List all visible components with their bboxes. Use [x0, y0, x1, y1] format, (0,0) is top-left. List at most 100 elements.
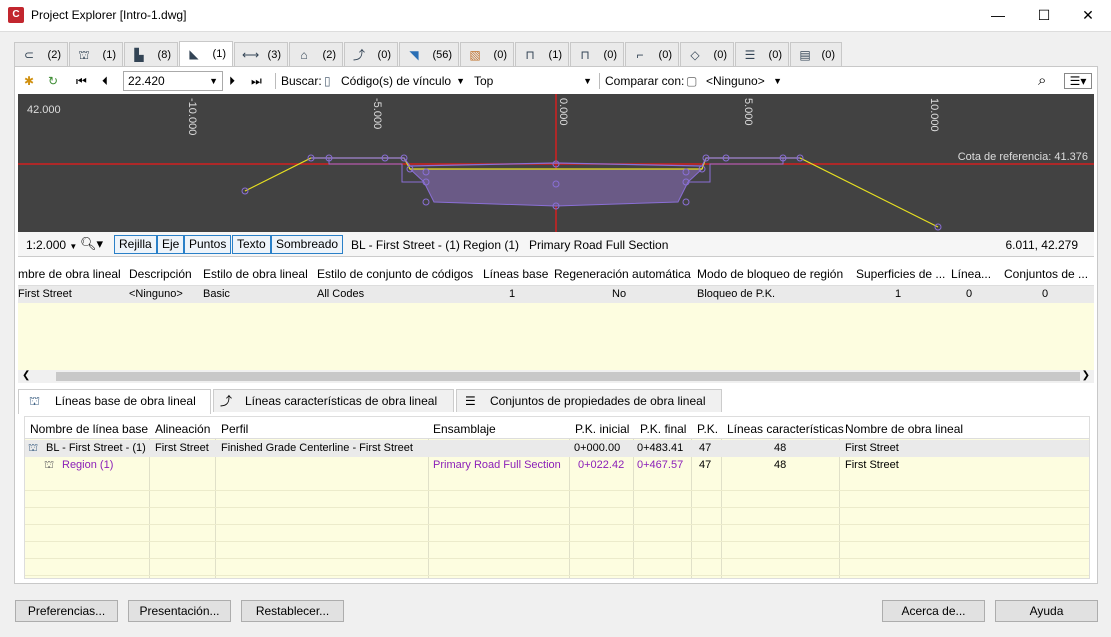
- column-header[interactable]: Superficies de ...: [856, 267, 945, 281]
- column-header[interactable]: Modo de bloqueo de región: [697, 267, 843, 281]
- tab-pressure-networks[interactable]: ⊓ (1): [515, 42, 569, 66]
- cell: 0+000.00: [574, 442, 621, 454]
- section-viewer[interactable]: 42.000 -10.000 -5.000 0.000 5.000 10.000…: [18, 94, 1094, 232]
- horizontal-scrollbar[interactable]: ❮ ❯: [18, 370, 1094, 383]
- row-divider: [25, 541, 1089, 542]
- reset-button[interactable]: Restablecer...: [241, 600, 344, 622]
- toggle-points[interactable]: Puntos: [184, 235, 232, 254]
- tab-profiles[interactable]: ⛫ (1): [69, 42, 123, 66]
- scroll-left-icon[interactable]: ❮: [22, 370, 30, 381]
- column-header[interactable]: Regeneración automática: [554, 267, 691, 281]
- tab-alignments[interactable]: ⊂ (2): [14, 42, 68, 66]
- tab-pipe-networks[interactable]: ◥ (56): [399, 42, 459, 66]
- chevron-down-icon: ▼: [69, 242, 78, 251]
- tab-sample-lines[interactable]: ⟷ (3): [234, 42, 288, 66]
- tab-section-sheets[interactable]: ▤ (0): [790, 42, 842, 66]
- column-header[interactable]: Línea...: [951, 267, 991, 281]
- column-header[interactable]: Ensamblaje: [433, 422, 496, 436]
- about-button[interactable]: Acerca de...: [882, 600, 985, 622]
- table-row[interactable]: First Street <Ninguno> Basic All Codes 1…: [18, 286, 1094, 303]
- separator: [275, 73, 276, 89]
- tab-property-sets[interactable]: ☰ Conjuntos de propiedades de obra lineal…: [456, 389, 722, 430]
- last-station-icon[interactable]: ⏭: [251, 72, 262, 90]
- column-header[interactable]: P.K. final: [640, 422, 686, 436]
- chevron-down-icon: ▼: [583, 76, 592, 86]
- catchment-icon: ⌐: [636, 48, 644, 62]
- table-icon: ☰: [744, 48, 756, 62]
- search-value-dropdown[interactable]: Top ▼: [474, 72, 592, 90]
- tab-point-groups[interactable]: ◇ (0): [680, 42, 734, 66]
- new-item-icon[interactable]: ✱: [24, 72, 34, 90]
- cell: BL - First Street - (1): [46, 442, 146, 454]
- maximize-button[interactable]: ☐: [1021, 0, 1067, 32]
- next-station-icon[interactable]: ⏵: [229, 72, 235, 90]
- column-header[interactable]: Alineación: [155, 422, 210, 436]
- chevron-down-icon: ▼: [209, 76, 218, 86]
- window-title: Project Explorer [Intro-1.dwg]: [31, 8, 187, 22]
- cell: 0: [966, 288, 973, 300]
- tab-feature-lines[interactable]: ⤴ (0): [344, 42, 398, 66]
- cell: 47: [699, 459, 712, 471]
- region-status: Region (1): [463, 238, 520, 252]
- view-options-icon[interactable]: ☰▾: [1064, 73, 1092, 89]
- title-bar: C Project Explorer [Intro-1.dwg] — ☐ ✕: [0, 0, 1111, 32]
- column-header[interactable]: Estilo de conjunto de códigos: [317, 267, 473, 281]
- column-header[interactable]: Conjuntos de ...: [1004, 267, 1088, 281]
- toggle-shading[interactable]: Sombreado: [271, 235, 344, 254]
- baseline-icon: ⛫: [29, 394, 41, 408]
- presentation-button[interactable]: Presentación...: [128, 600, 231, 622]
- column-header[interactable]: Nombre de obra lineal: [845, 422, 963, 436]
- toggle-text[interactable]: Texto: [232, 235, 271, 254]
- alignment-icon: ⊂: [23, 48, 35, 62]
- column-header[interactable]: Descripción: [129, 267, 192, 281]
- column-header[interactable]: Líneas características: [727, 422, 844, 436]
- tick-label: 10.000: [928, 98, 940, 132]
- corridor-grid: mbre de obra lineal Descripción Estilo d…: [18, 262, 1094, 370]
- search-type-dropdown[interactable]: Código(s) de vínculo ▼: [341, 72, 465, 90]
- tab-corridors[interactable]: ◣ (1): [179, 41, 233, 67]
- help-button[interactable]: Ayuda: [995, 600, 1098, 622]
- column-header[interactable]: P.K.: [697, 422, 718, 436]
- cell: Primary Road Full Section: [433, 459, 561, 471]
- close-button[interactable]: ✕: [1065, 0, 1111, 32]
- scale-dropdown[interactable]: 1:2.000 ▼: [26, 238, 77, 252]
- minimize-button[interactable]: —: [975, 0, 1021, 32]
- tab-surfaces[interactable]: ⌂ (2): [289, 42, 343, 66]
- reference-elevation-text: Cota de referencia: 41.376: [957, 151, 1088, 163]
- chevron-down-icon: ▼: [773, 76, 782, 86]
- tab-profile-views[interactable]: ▙ (8): [124, 42, 178, 66]
- table-row[interactable]: ⛫ BL - First Street - (1) First Street F…: [25, 440, 1089, 457]
- column-header[interactable]: Estilo de obra lineal: [203, 267, 308, 281]
- elevation-label: 42.000: [27, 104, 61, 116]
- cell: 48: [774, 459, 787, 471]
- surface-icon: ⌂: [300, 48, 308, 62]
- toggle-axis[interactable]: Eje: [157, 235, 185, 254]
- column-header[interactable]: Perfil: [221, 422, 248, 436]
- first-station-icon[interactable]: ⏮: [76, 72, 87, 90]
- tab-tables[interactable]: ☰ (0): [735, 42, 789, 66]
- refresh-icon[interactable]: ↻: [48, 72, 58, 90]
- tab-structures[interactable]: ⊓ (0): [570, 42, 624, 66]
- compare-label: Comparar con:: [605, 74, 685, 88]
- toggle-grid[interactable]: Rejilla: [114, 235, 157, 254]
- column-header[interactable]: Nombre de línea base: [30, 422, 148, 436]
- column-header[interactable]: mbre de obra lineal: [18, 267, 121, 281]
- table-row[interactable]: ⛫ Region (1) Primary Road Full Section 0…: [25, 457, 1089, 474]
- tab-baselines[interactable]: ⛫Líneas base de obra lineal (1): [18, 389, 211, 430]
- scroll-right-icon[interactable]: ❯: [1082, 370, 1090, 381]
- previous-station-icon[interactable]: ⏴: [102, 72, 108, 90]
- zoom-icon[interactable]: 🔍︎▾: [80, 236, 103, 252]
- zoom-search-icon[interactable]: ⌕: [1038, 72, 1046, 90]
- column-header[interactable]: P.K. inicial: [575, 422, 629, 436]
- station-combo[interactable]: 22.420 ▼: [123, 71, 223, 91]
- sample-lines-icon: ⟷: [242, 48, 260, 62]
- scroll-thumb[interactable]: [56, 372, 1080, 381]
- tab-catchments[interactable]: ⌐ (0): [625, 42, 679, 66]
- tab-parcels[interactable]: ▧ (0): [460, 42, 514, 66]
- cell: 0: [1042, 288, 1049, 300]
- compare-dropdown[interactable]: <Ninguno> ▼: [706, 72, 782, 90]
- column-header[interactable]: Líneas base: [483, 267, 548, 281]
- cell: Basic: [203, 288, 230, 300]
- preferences-button[interactable]: Preferencias...: [15, 600, 118, 622]
- tab-feature-lines[interactable]: ⤴Líneas características de obra lineal (…: [213, 389, 454, 430]
